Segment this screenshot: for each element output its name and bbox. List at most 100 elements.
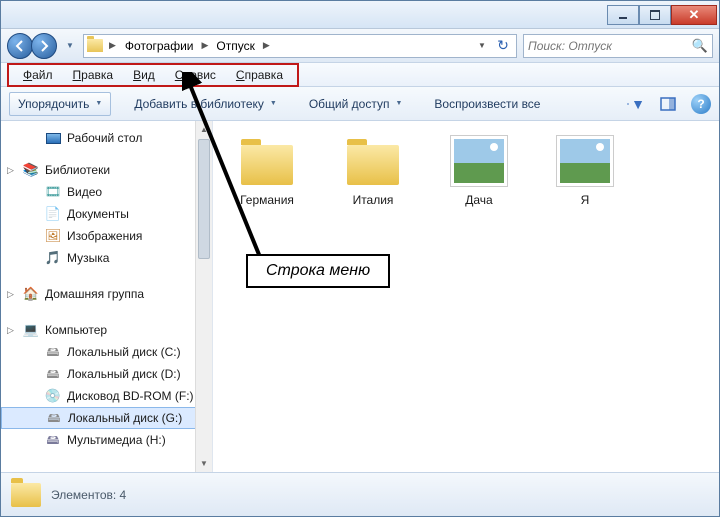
scroll-down-icon[interactable]: ▼	[196, 455, 212, 472]
item-label: Дача	[465, 193, 492, 207]
expand-icon[interactable]: ▷	[7, 286, 14, 302]
menu-bar: Файл Правка Вид Сервис Справка	[1, 63, 719, 87]
file-list-pane[interactable]: Германия Италия Дача Я	[213, 121, 719, 472]
share-label: Общий доступ	[309, 97, 390, 111]
arrow-left-icon	[14, 40, 26, 52]
minimize-button[interactable]	[607, 5, 639, 25]
tree-computer[interactable]: ▷ 💻 Компьютер	[1, 319, 212, 341]
navigation-bar: ▼ ▶ Фотографии ▶ Отпуск ▶ ▼ ↻ 🔍	[1, 29, 719, 63]
add-to-library-button[interactable]: Добавить в библиотеку ▼	[125, 92, 285, 116]
item-grid: Германия Италия Дача Я	[231, 135, 701, 207]
tree-disk[interactable]: 🖴Локальный диск (G:)	[1, 407, 212, 429]
tree-label: Библиотеки	[45, 162, 110, 178]
play-all-button[interactable]: Воспроизвести все	[425, 92, 549, 116]
maximize-button[interactable]	[639, 5, 671, 25]
breadcrumb-separator-icon: ▶	[106, 40, 119, 51]
item-label: Италия	[353, 193, 394, 207]
folder-icon	[86, 37, 104, 55]
address-dropdown[interactable]: ▼	[474, 41, 490, 50]
expand-icon[interactable]: ▷	[7, 322, 14, 338]
menu-file[interactable]: Файл	[13, 66, 63, 84]
tree-label: Мультимедиа (H:)	[67, 432, 166, 448]
menu-help[interactable]: Справка	[226, 66, 293, 84]
tree-videos[interactable]: 🎞Видео	[1, 181, 212, 203]
image-thumbnail-icon	[450, 135, 508, 187]
search-icon[interactable]: 🔍	[692, 38, 708, 54]
organize-button[interactable]: Упорядочить ▼	[9, 92, 111, 116]
folder-item[interactable]: Германия	[231, 135, 303, 207]
status-text: Элементов: 4	[51, 488, 126, 502]
help-button[interactable]: ?	[691, 94, 711, 114]
back-button[interactable]	[7, 33, 33, 59]
computer-icon: 💻	[23, 322, 39, 338]
tree-label: Локальный диск (D:)	[67, 366, 181, 382]
address-bar[interactable]: ▶ Фотографии ▶ Отпуск ▶ ▼ ↻	[83, 34, 517, 58]
tree-libraries[interactable]: ▷ 📚 Библиотеки	[1, 159, 212, 181]
menu-tools[interactable]: Сервис	[165, 66, 226, 84]
chevron-down-icon: ▼	[270, 100, 277, 107]
desktop-icon	[45, 130, 61, 146]
command-bar: Упорядочить ▼ Добавить в библиотеку ▼ Об…	[1, 87, 719, 121]
tree-media[interactable]: 🖴 Мультимедиа (H:)	[1, 429, 212, 451]
tree-label: Домашняя группа	[45, 286, 144, 302]
preview-pane-icon	[660, 96, 676, 112]
search-box[interactable]: 🔍	[523, 34, 713, 58]
organize-label: Упорядочить	[18, 97, 89, 111]
tree-pictures[interactable]: 🖼Изображения	[1, 225, 212, 247]
nav-buttons	[7, 33, 57, 59]
breadcrumb-item[interactable]: Фотографии	[121, 37, 198, 55]
image-thumbnail-icon	[556, 135, 614, 187]
breadcrumb-separator-icon: ▶	[260, 40, 273, 51]
forward-button[interactable]	[31, 33, 57, 59]
close-button[interactable]: ✕	[671, 5, 717, 25]
view-options-icon	[627, 96, 629, 112]
chevron-down-icon: ▼	[395, 100, 402, 107]
window-controls: ✕	[607, 5, 717, 25]
document-icon: 📄	[45, 206, 61, 222]
folder-icon	[11, 483, 41, 507]
tree-disk[interactable]: 🖴 Локальный диск (D:)	[1, 363, 212, 385]
expand-icon[interactable]: ▷	[7, 162, 14, 178]
tree-label: Локальный диск (G:)	[68, 410, 182, 426]
preview-pane-button[interactable]	[659, 95, 677, 113]
disk-icon: 🖴	[45, 344, 61, 360]
menu-edit[interactable]: Правка	[63, 66, 124, 84]
tree-label: Компьютер	[45, 322, 107, 338]
disk-icon: 🖴	[45, 366, 61, 382]
tree-label: Видео	[67, 184, 102, 200]
tree-disk[interactable]: 🖴Локальный диск (C:)	[1, 341, 212, 363]
scroll-thumb[interactable]	[198, 139, 210, 259]
breadcrumb-item[interactable]: Отпуск	[212, 37, 258, 55]
tree-homegroup[interactable]: ▷ 🏠 Домашняя группа	[1, 283, 212, 305]
tree-label: Рабочий стол	[67, 130, 142, 146]
nav-history-dropdown[interactable]: ▼	[63, 33, 77, 59]
titlebar: ✕	[1, 1, 719, 29]
image-item[interactable]: Дача	[443, 135, 515, 207]
play-all-label: Воспроизвести все	[434, 97, 540, 111]
item-label: Германия	[240, 193, 294, 207]
navigation-pane: Рабочий стол ▷ 📚 Библиотеки 🎞Видео 📄 Доку…	[1, 121, 213, 472]
sidebar-scrollbar[interactable]: ▲ ▼	[195, 121, 212, 472]
menu-view[interactable]: Вид	[123, 66, 165, 84]
refresh-button[interactable]: ↻	[492, 35, 514, 57]
media-icon: 🖴	[45, 432, 61, 448]
folder-icon	[344, 135, 402, 187]
tree-bdrom[interactable]: 💿Дисковод BD-ROM (F:)	[1, 385, 212, 407]
chevron-down-icon: ▼	[95, 100, 102, 107]
libraries-icon: 📚	[23, 162, 39, 178]
tree-desktop[interactable]: Рабочий стол	[1, 127, 212, 149]
arrow-right-icon	[38, 40, 50, 52]
image-item[interactable]: Я	[549, 135, 621, 207]
view-options-button[interactable]: ▼	[627, 95, 645, 113]
folder-item[interactable]: Италия	[337, 135, 409, 207]
scroll-up-icon[interactable]: ▲	[196, 121, 212, 138]
tree-documents[interactable]: 📄 Документы	[1, 203, 212, 225]
search-input[interactable]	[528, 35, 692, 57]
tree-music[interactable]: 🎵Музыка	[1, 247, 212, 269]
folder-icon	[238, 135, 296, 187]
share-button[interactable]: Общий доступ ▼	[300, 92, 412, 116]
homegroup-icon: 🏠	[23, 286, 39, 302]
breadcrumb-separator-icon: ▶	[199, 40, 212, 51]
tree-label: Документы	[67, 206, 129, 222]
status-bar: Элементов: 4	[1, 472, 719, 516]
